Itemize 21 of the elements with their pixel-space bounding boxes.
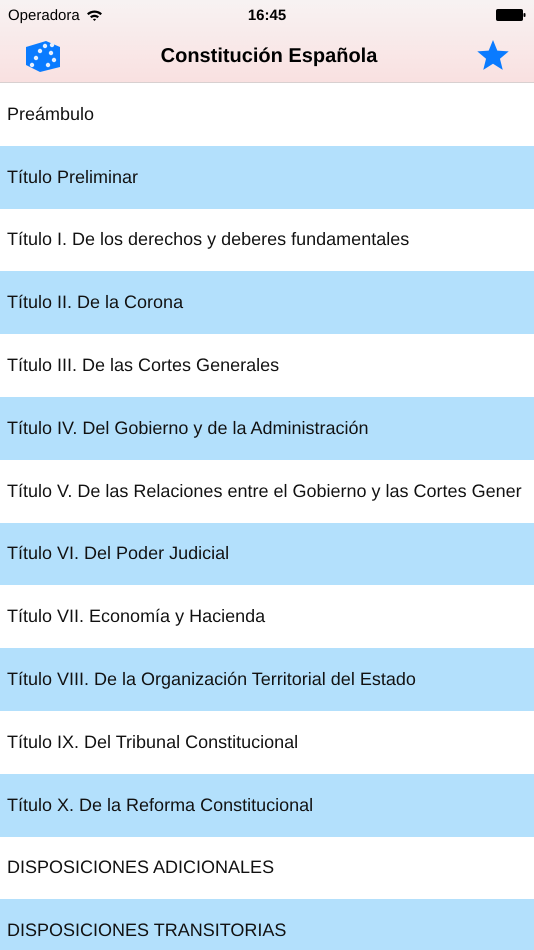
wifi-icon xyxy=(86,9,103,21)
section-item[interactable]: Título VI. Del Poder Judicial xyxy=(0,522,534,586)
star-icon[interactable] xyxy=(476,40,510,72)
section-item[interactable]: Título II. De la Corona xyxy=(0,271,534,334)
section-item[interactable]: Título VIII. De la Organización Territorial del Estado xyxy=(0,648,534,711)
section-item[interactable]: Título IX. Del Tribunal Constitucional xyxy=(0,710,534,774)
section-item[interactable]: Título X. De la Reforma Constitucional xyxy=(0,774,534,837)
status-time: 16:45 xyxy=(248,6,286,24)
section-item[interactable]: DISPOSICIONES ADICIONALES xyxy=(0,836,534,900)
section-item[interactable]: Título V. De las Relaciones entre el Gobierno y las Cortes Gener xyxy=(0,460,534,523)
carrier-name: Operadora xyxy=(8,6,80,24)
dice-icon[interactable] xyxy=(24,39,62,73)
screen-title: Constitución Española xyxy=(160,44,378,68)
battery-icon xyxy=(496,9,526,21)
section-item[interactable]: Título I. De los derechos y deberes fundamentales xyxy=(0,208,534,272)
section-item[interactable]: Preámbulo xyxy=(0,83,534,146)
section-item[interactable]: Título Preliminar xyxy=(0,146,534,209)
section-item[interactable]: Título VII. Economía y Hacienda xyxy=(0,585,534,648)
section-item[interactable]: Título IV. Del Gobierno y de la Administración xyxy=(0,396,534,460)
section-item[interactable]: DISPOSICIONES TRANSITORIAS xyxy=(0,899,534,950)
section-item[interactable]: Título III. De las Cortes Generales xyxy=(0,334,534,397)
